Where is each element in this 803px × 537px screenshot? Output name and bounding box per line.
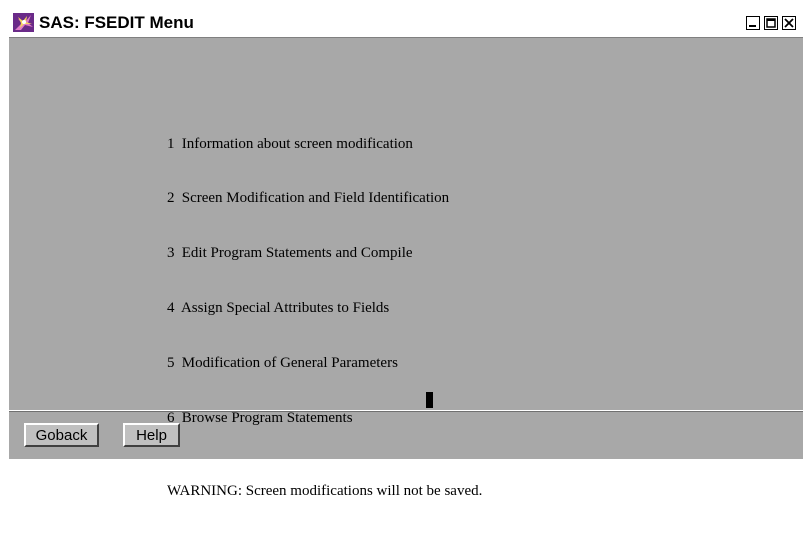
warning-message: WARNING: Screen modifications will not b… <box>167 482 483 499</box>
menu-item-number: 2 <box>167 190 175 207</box>
close-icon[interactable] <box>782 16 796 30</box>
menu-item-number: 1 <box>167 135 175 152</box>
menu-item-number: 5 <box>167 355 175 372</box>
fsedit-window: SAS: FSEDIT Menu 1 Information about scr… <box>7 6 803 499</box>
menu-item-label: Edit Program Statements and Compile <box>181 245 413 262</box>
title-bar[interactable]: SAS: FSEDIT Menu <box>9 8 803 38</box>
help-button[interactable]: Help <box>123 423 180 447</box>
menu-item-label: Modification of General Parameters <box>181 355 398 372</box>
menu-item-screen-modification[interactable]: 2 Screen Modification and Field Identifi… <box>167 189 482 207</box>
button-bar-divider <box>9 410 803 412</box>
maximize-icon[interactable] <box>764 16 778 30</box>
menu-item-general-parameters[interactable]: 5 Modification of General Parameters <box>167 354 482 372</box>
window-title: SAS: FSEDIT Menu <box>39 13 194 32</box>
menu-item-assign-attributes[interactable]: 4 Assign Special Attributes to Fields <box>167 299 482 317</box>
text-cursor[interactable] <box>426 392 433 408</box>
goback-button[interactable]: Goback <box>24 423 99 447</box>
menu-item-information[interactable]: 1 Information about screen modification <box>167 135 482 153</box>
menu-item-number: 3 <box>167 245 175 262</box>
menu-item-number: 4 <box>167 300 175 317</box>
menu-item-edit-program[interactable]: 3 Edit Program Statements and Compile <box>167 244 482 262</box>
menu-item-label: Assign Special Attributes to Fields <box>180 300 390 317</box>
menu-item-label: Browse Program Statements <box>181 410 353 427</box>
minimize-icon[interactable] <box>746 16 760 30</box>
menu-panel: 1 Information about screen modification … <box>167 98 482 537</box>
sas-app-icon <box>13 13 34 32</box>
menu-item-label: Information about screen modification <box>181 135 413 152</box>
menu-item-label: Screen Modification and Field Identifica… <box>181 190 450 207</box>
